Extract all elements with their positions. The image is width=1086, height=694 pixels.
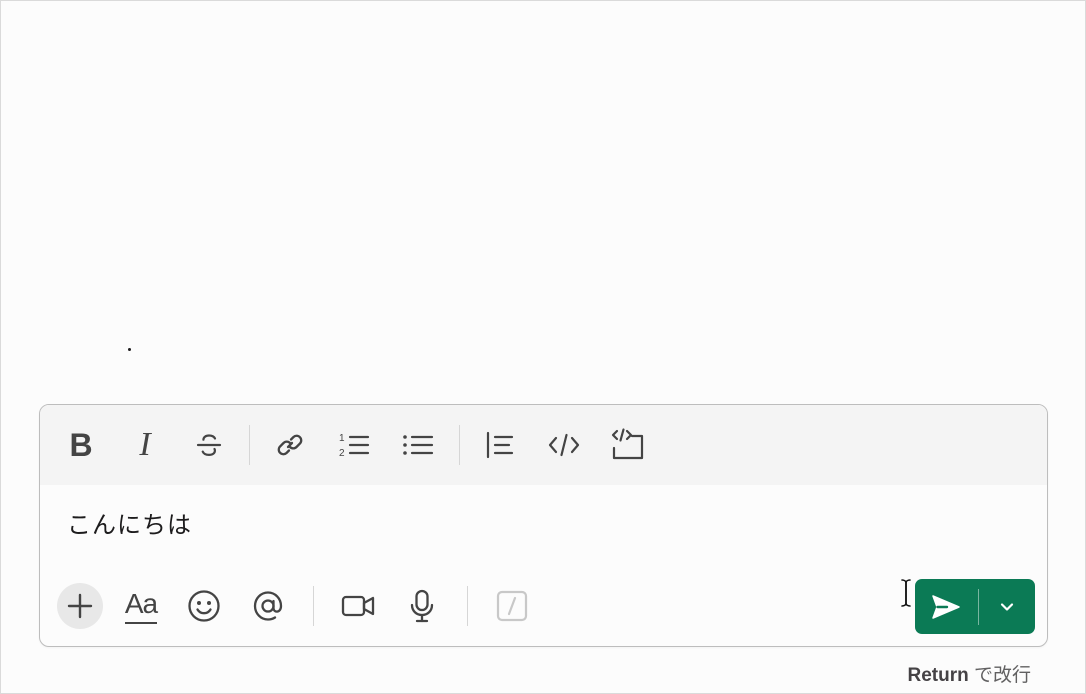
attach-button[interactable] <box>57 583 103 629</box>
italic-icon: I <box>139 426 151 463</box>
schedule-send-menu-button[interactable] <box>979 579 1035 634</box>
send-hint: Return で改行 <box>907 660 1031 687</box>
mention-icon <box>253 591 283 621</box>
text-cursor-icon <box>901 579 911 607</box>
toolbar-separator <box>459 425 460 465</box>
link-icon <box>277 434 303 456</box>
send-button-group <box>915 579 1035 634</box>
code-block-icon <box>611 428 644 460</box>
bold-button[interactable]: B <box>61 425 101 465</box>
code-icon <box>548 433 580 457</box>
mention-button[interactable] <box>248 586 288 626</box>
numbered-list-button[interactable]: 1 2 <box>334 425 374 465</box>
bottom-separator <box>313 586 314 626</box>
video-clip-button[interactable] <box>338 586 378 626</box>
audio-clip-button[interactable] <box>402 586 442 626</box>
blockquote-icon <box>486 431 514 459</box>
formatting-toolbar: B I 1 2 <box>40 405 1047 485</box>
format-icon: Aa <box>124 588 158 624</box>
link-button[interactable] <box>270 425 310 465</box>
bulleted-list-icon <box>403 435 434 455</box>
bulleted-list-button[interactable] <box>398 425 438 465</box>
video-icon <box>341 595 375 617</box>
send-button[interactable] <box>915 579 977 634</box>
blockquote-button[interactable] <box>480 425 520 465</box>
emoji-icon <box>188 590 220 622</box>
microphone-icon <box>410 589 434 623</box>
svg-text:2: 2 <box>339 448 345 459</box>
bottom-separator <box>467 586 468 626</box>
code-block-button[interactable] <box>608 425 648 465</box>
send-icon <box>932 594 960 619</box>
chevron-down-icon <box>1000 602 1014 611</box>
code-button[interactable] <box>544 425 584 465</box>
bold-icon: B <box>69 426 93 463</box>
plus-icon <box>67 593 93 619</box>
slash-command-icon <box>496 590 528 622</box>
hint-text: で改行 <box>973 665 1031 686</box>
strikethrough-icon <box>196 434 222 457</box>
emoji-button[interactable] <box>184 586 224 626</box>
formatting-toggle-button[interactable]: Aa <box>120 586 162 626</box>
slash-command-button[interactable] <box>492 586 532 626</box>
message-input[interactable]: こんにちは <box>67 508 192 542</box>
toolbar-separator <box>249 425 250 465</box>
strikethrough-button[interactable] <box>189 425 229 465</box>
numbered-list-icon: 1 2 <box>339 433 370 459</box>
italic-button[interactable]: I <box>125 425 165 465</box>
hint-key: Return <box>907 665 969 686</box>
svg-text:1: 1 <box>339 433 345 444</box>
message-composer: B I 1 2 こんにちは Aa <box>39 404 1048 647</box>
stray-dot <box>128 348 131 351</box>
